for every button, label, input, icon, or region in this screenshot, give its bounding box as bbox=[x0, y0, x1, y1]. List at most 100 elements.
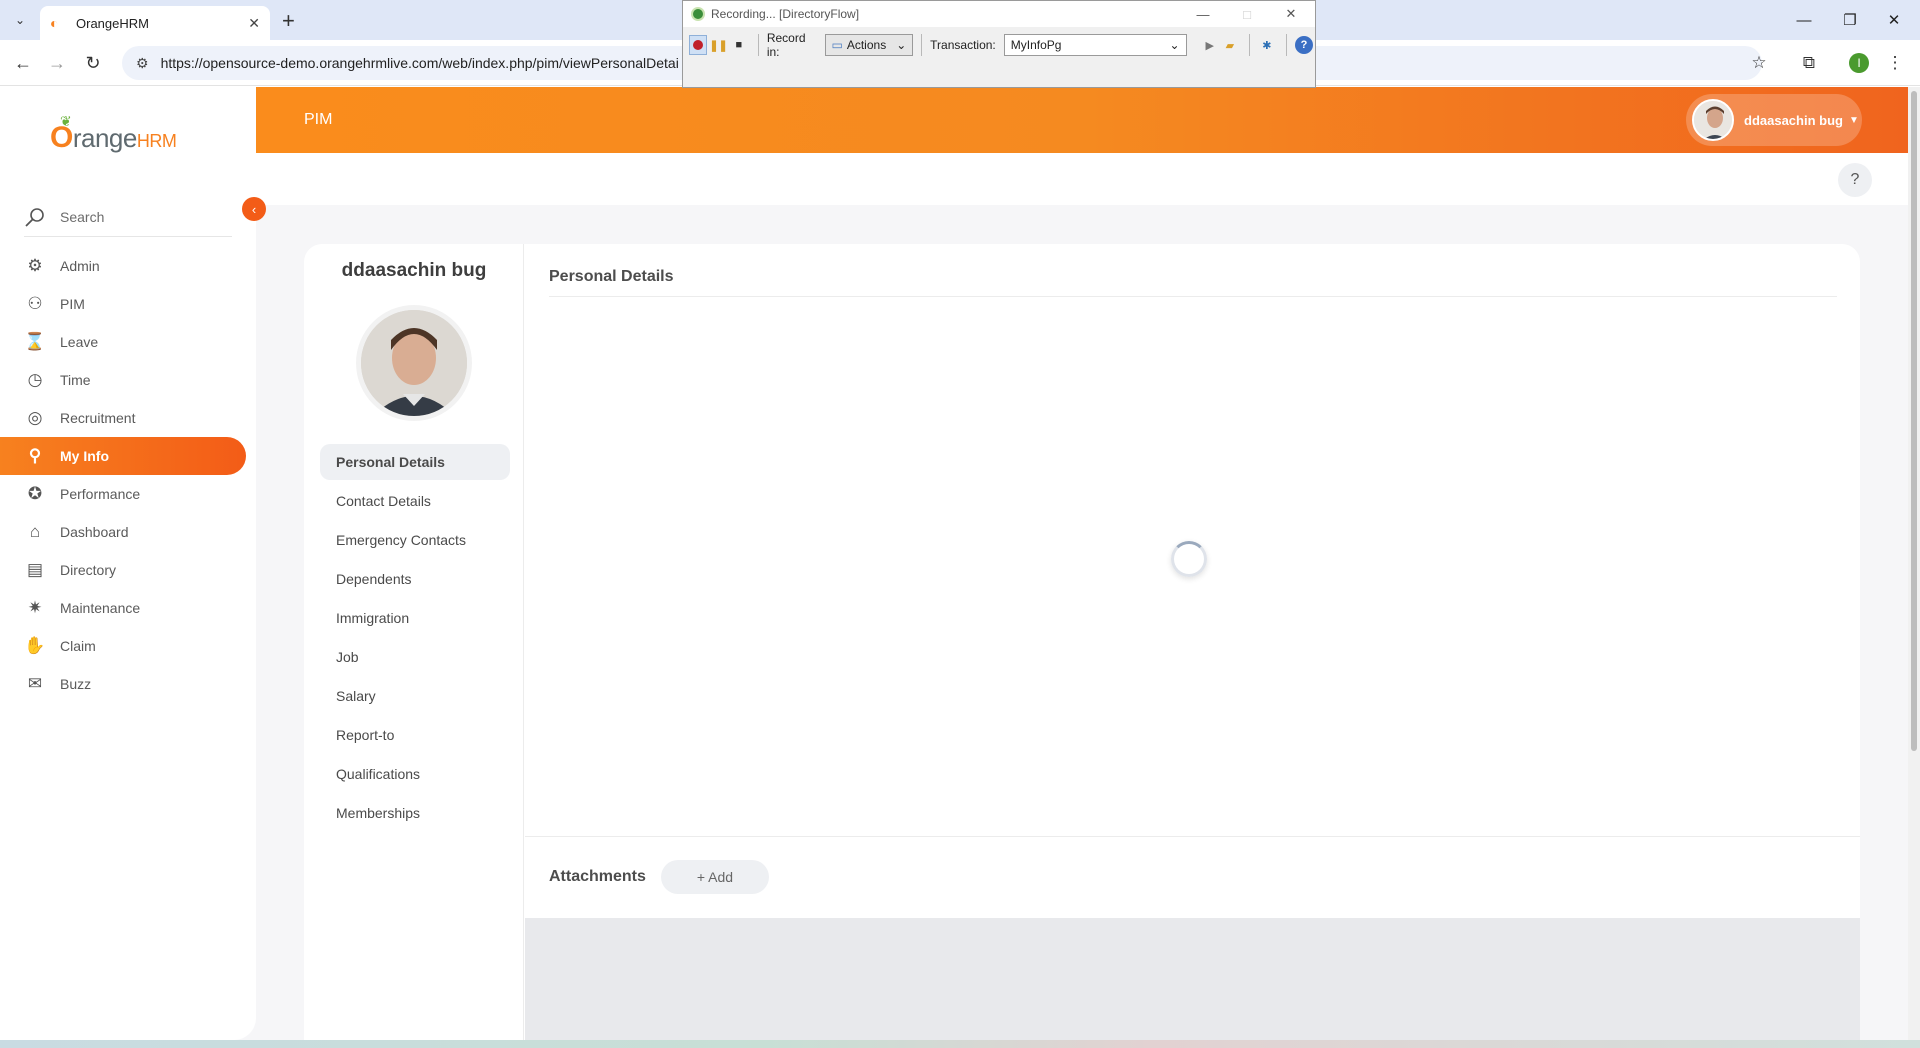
orangehrm-favicon-icon: ◐ bbox=[50, 15, 59, 31]
tab-emergency-contacts[interactable]: Emergency Contacts bbox=[320, 522, 510, 558]
transaction-dropdown[interactable]: MyInfoPg ⌄ bbox=[1003, 34, 1187, 56]
employee-portrait-icon bbox=[361, 310, 467, 416]
record-button[interactable] bbox=[689, 35, 708, 55]
object-spy-icon[interactable]: ✱ bbox=[1258, 35, 1276, 55]
page-scrollbar[interactable] bbox=[1908, 87, 1920, 1040]
tab-qualifications[interactable]: Qualifications bbox=[320, 756, 510, 792]
browser-tab[interactable]: ◐ OrangeHRM ✕ bbox=[40, 6, 270, 40]
play-arrow-icon[interactable]: ▶ bbox=[1201, 35, 1219, 55]
sidebar-item-label: My Info bbox=[60, 448, 109, 464]
sidebar-item-label: Buzz bbox=[60, 676, 92, 692]
site-info-icon[interactable]: ⚙ bbox=[136, 55, 149, 72]
tab-search-icon[interactable]: ⌄ bbox=[8, 9, 32, 31]
sidebar-item-label: Admin bbox=[60, 258, 100, 274]
sidebar-item-label: Claim bbox=[60, 638, 96, 654]
sidebar-item-label: Directory bbox=[60, 562, 117, 578]
recorder-minimize-icon[interactable]: — bbox=[1181, 1, 1225, 27]
buzz-icon: ✉ bbox=[27, 674, 43, 693]
tab-salary[interactable]: Salary bbox=[320, 678, 510, 714]
sidebar-item-admin[interactable]: ⚙ Admin bbox=[0, 247, 246, 285]
help-icon: ? bbox=[1850, 171, 1860, 188]
tab-dependents[interactable]: Dependents bbox=[320, 561, 510, 597]
stop-icon[interactable]: ■ bbox=[730, 35, 748, 55]
sidebar-item-label: Time bbox=[60, 372, 91, 388]
scrollbar-thumb[interactable] bbox=[1911, 91, 1917, 751]
new-tab-icon[interactable]: + bbox=[282, 8, 295, 34]
url-text: https://opensource-demo.orangehrmlive.co… bbox=[160, 55, 679, 71]
taskbar-strip bbox=[0, 1040, 1920, 1048]
sidebar-item-time[interactable]: ◷ Time bbox=[0, 361, 246, 399]
chevron-down-icon: ⌄ bbox=[1169, 38, 1180, 52]
sidebar-item-maintenance[interactable]: ✷ Maintenance bbox=[0, 589, 246, 627]
help-icon[interactable]: ? bbox=[1294, 35, 1313, 55]
sidebar-search[interactable]: Search bbox=[24, 197, 232, 237]
bookmark-star-icon[interactable]: ☆ bbox=[1746, 50, 1772, 76]
sidebar-item-performance[interactable]: ✪ Performance bbox=[0, 475, 246, 513]
record-in-dropdown[interactable]: ▭ Actions ⌄ bbox=[824, 34, 914, 56]
user-dropdown[interactable]: ddaasachin bug ▼ bbox=[1686, 94, 1862, 146]
sidebar-item-dashboard[interactable]: ⌂ Dashboard bbox=[0, 513, 246, 551]
employee-photo[interactable] bbox=[361, 310, 467, 416]
logo-hrm: HRM bbox=[136, 131, 177, 151]
collapse-sidebar-button[interactable]: ‹ bbox=[242, 197, 266, 221]
reload-icon[interactable]: ↻ bbox=[80, 50, 106, 76]
divider bbox=[525, 836, 1860, 837]
sidebar: ❦ OrangeHRM Search ⚙ Admin ⚇ PIM ⌛ Leave ◷ Time… bbox=[0, 87, 256, 1040]
tab-contact-details[interactable]: Contact Details bbox=[320, 483, 510, 519]
pim-icon: ⚇ bbox=[27, 294, 43, 313]
recorder-window: Recording... [DirectoryFlow] — □ ✕ ❚❚ ■ … bbox=[682, 0, 1316, 88]
my-info-icon: ⚲ bbox=[28, 446, 42, 465]
toolbar-separator bbox=[757, 34, 759, 56]
add-attachment-button[interactable]: + Add bbox=[661, 860, 769, 894]
sidebar-item-leave[interactable]: ⌛ Leave bbox=[0, 323, 246, 361]
user-name: ddaasachin bug bbox=[1744, 112, 1843, 128]
open-folder-icon[interactable]: ▰ bbox=[1221, 35, 1239, 55]
sidebar-item-label: Dashboard bbox=[60, 524, 129, 540]
section-title: Personal Details bbox=[549, 268, 674, 285]
recorder-toolbar: ❚❚ ■ Record in: ▭ Actions ⌄ Transaction:… bbox=[683, 31, 1315, 59]
extensions-icon[interactable]: ⧉ bbox=[1796, 50, 1822, 76]
record-in-value: Actions bbox=[846, 38, 887, 52]
sidebar-item-claim[interactable]: ✋ Claim bbox=[0, 627, 246, 665]
transaction-value: MyInfoPg bbox=[1010, 38, 1062, 52]
avatar-portrait-icon bbox=[1694, 101, 1732, 139]
sidebar-menu: ⚙ Admin ⚇ PIM ⌛ Leave ◷ Time ◎ Recruitment ⚲ My Inf… bbox=[0, 247, 256, 703]
close-tab-icon[interactable]: ✕ bbox=[248, 15, 260, 32]
sidebar-item-my-info[interactable]: ⚲ My Info bbox=[0, 437, 246, 475]
top-header: PIM ddaasachin bug ▼ bbox=[256, 87, 1910, 153]
loading-spinner-icon bbox=[1171, 541, 1207, 577]
profile-icon[interactable]: I bbox=[1846, 50, 1872, 76]
tab-report-to[interactable]: Report-to bbox=[320, 717, 510, 753]
help-button[interactable]: ? bbox=[1838, 163, 1872, 197]
divider bbox=[549, 296, 1837, 297]
pause-icon[interactable]: ❚❚ bbox=[709, 35, 727, 55]
recorder-close-icon[interactable]: ✕ bbox=[1269, 1, 1313, 27]
time-icon: ◷ bbox=[27, 370, 43, 389]
admin-icon: ⚙ bbox=[27, 256, 43, 275]
caret-down-icon: ▼ bbox=[1848, 114, 1859, 126]
forward-icon[interactable]: → bbox=[44, 50, 70, 76]
webpage: ❦ OrangeHRM Search ⚙ Admin ⚇ PIM ⌛ Leave ◷ Time… bbox=[0, 87, 1920, 1040]
sub-header: ? bbox=[256, 153, 1910, 205]
logo-leaf-icon: ❦ bbox=[60, 113, 72, 129]
tab-job[interactable]: Job bbox=[320, 639, 510, 675]
back-icon[interactable]: ← bbox=[10, 50, 36, 76]
sidebar-item-recruitment[interactable]: ◎ Recruitment bbox=[0, 399, 246, 437]
browser-menu-icon[interactable]: ⋮ bbox=[1882, 50, 1908, 76]
tab-memberships[interactable]: Memberships bbox=[320, 795, 510, 831]
sidebar-item-directory[interactable]: ▤ Directory bbox=[0, 551, 246, 589]
tab-personal-details[interactable]: Personal Details bbox=[320, 444, 510, 480]
close-window-icon[interactable]: ✕ bbox=[1866, 0, 1920, 40]
sidebar-item-label: Performance bbox=[60, 486, 141, 502]
tab-immigration[interactable]: Immigration bbox=[320, 600, 510, 636]
logo-text: range bbox=[72, 123, 138, 153]
details-panel: Personal Details Attachments + Add bbox=[525, 244, 1860, 1040]
attachments-title: Attachments bbox=[549, 868, 646, 885]
sidebar-item-label: Leave bbox=[60, 334, 99, 350]
sidebar-item-buzz[interactable]: ✉ Buzz bbox=[0, 665, 246, 703]
search-label: Search bbox=[60, 208, 105, 225]
sidebar-item-pim[interactable]: ⚇ PIM bbox=[0, 285, 246, 323]
orangehrm-logo[interactable]: ❦ OrangeHRM bbox=[50, 113, 177, 155]
employee-name: ddaasachin bug bbox=[341, 260, 487, 281]
profile-sidebar: ddaasachin bug Personal Details Contact D… bbox=[304, 244, 524, 1040]
